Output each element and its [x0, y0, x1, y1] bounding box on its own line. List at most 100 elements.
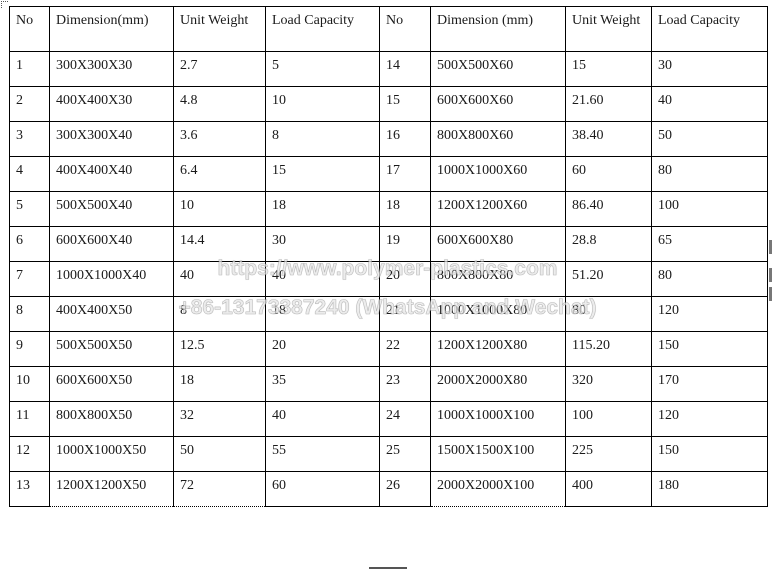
cell-dimension: 1000X1000X100 [430, 401, 566, 437]
cell-unit-weight: 28.8 [565, 226, 652, 262]
cell-unit-weight: 50 [173, 436, 266, 472]
cell-unit-weight: 320 [565, 366, 652, 402]
cell-no: 18 [379, 191, 431, 227]
header-load-capacity: Load Capacity [265, 6, 380, 52]
cell-load-capacity: 18 [265, 296, 380, 332]
cell-load-capacity: 80 [651, 156, 768, 192]
cell-load-capacity: 180 [651, 471, 768, 507]
cell-no: 26 [379, 471, 431, 507]
cell-load-capacity: 65 [651, 226, 768, 262]
cell-load-capacity: 10 [265, 86, 380, 122]
table-move-handle-icon[interactable] [1, 1, 8, 8]
cell-no: 24 [379, 401, 431, 437]
header-dimension: Dimension (mm) [430, 6, 566, 52]
cell-unit-weight: 100 [565, 401, 652, 437]
cell-unit-weight: 80 [565, 296, 652, 332]
cell-no: 8 [9, 296, 50, 332]
cell-unit-weight: 32 [173, 401, 266, 437]
cell-no: 1 [9, 51, 50, 87]
cell-unit-weight: 51.20 [565, 261, 652, 297]
cell-dimension: 1200X1200X50 [49, 471, 174, 507]
cell-unit-weight: 10 [173, 191, 266, 227]
cell-no: 4 [9, 156, 50, 192]
table-row: 2 400X400X30 4.8 10 15 600X600X60 21.60 40 [9, 86, 768, 122]
cell-dimension: 800X800X50 [49, 401, 174, 437]
cell-dimension: 2000X2000X80 [430, 366, 566, 402]
cell-no: 21 [379, 296, 431, 332]
cell-load-capacity: 30 [265, 226, 380, 262]
cell-dimension: 400X400X30 [49, 86, 174, 122]
cell-load-capacity: 170 [651, 366, 768, 402]
cell-load-capacity: 150 [651, 436, 768, 472]
cell-unit-weight: 400 [565, 471, 652, 507]
cell-no: 12 [9, 436, 50, 472]
cell-unit-weight: 18 [173, 366, 266, 402]
header-load-capacity: Load Capacity [651, 6, 768, 52]
cell-unit-weight: 40 [173, 261, 266, 297]
cell-no: 13 [9, 471, 50, 507]
page-marker [369, 567, 407, 569]
table-header-row: No Dimension(mm) Unit Weight Load Capacity N… [9, 6, 768, 52]
cell-unit-weight: 225 [565, 436, 652, 472]
cell-dimension: 1200X1200X60 [430, 191, 566, 227]
cell-no: 3 [9, 121, 50, 157]
cell-no: 17 [379, 156, 431, 192]
scroll-marker [769, 287, 772, 301]
cell-unit-weight: 60 [565, 156, 652, 192]
cell-no: 14 [379, 51, 431, 87]
cell-unit-weight: 14.4 [173, 226, 266, 262]
cell-unit-weight: 72 [173, 471, 266, 507]
header-unit-weight: Unit Weight [565, 6, 652, 52]
cell-dimension: 500X500X60 [430, 51, 566, 87]
cell-unit-weight: 86.40 [565, 191, 652, 227]
cell-dimension: 1500X1500X100 [430, 436, 566, 472]
cell-load-capacity: 5 [265, 51, 380, 87]
header-dimension: Dimension(mm) [49, 6, 174, 52]
cell-load-capacity: 40 [265, 401, 380, 437]
cell-dimension: 500X500X40 [49, 191, 174, 227]
cell-unit-weight: 115.20 [565, 331, 652, 367]
cell-unit-weight: 8 [173, 296, 266, 332]
table-row: 5 500X500X40 10 18 18 1200X1200X60 86.40 100 [9, 191, 768, 227]
cell-load-capacity: 8 [265, 121, 380, 157]
table-row: 7 1000X1000X40 40 40 20 800X800X80 51.20 80 [9, 261, 768, 297]
cell-dimension: 2000X2000X100 [430, 471, 566, 507]
cell-unit-weight: 12.5 [173, 331, 266, 367]
cell-dimension: 600X600X40 [49, 226, 174, 262]
cell-dimension: 800X800X80 [430, 261, 566, 297]
cell-dimension: 600X600X60 [430, 86, 566, 122]
cell-dimension: 400X400X50 [49, 296, 174, 332]
table-row: 11 800X800X50 32 40 24 1000X1000X100 100 120 [9, 401, 768, 437]
cell-load-capacity: 120 [651, 401, 768, 437]
table-row: 4 400X400X40 6.4 15 17 1000X1000X60 60 80 [9, 156, 768, 192]
cell-dimension: 1000X1000X60 [430, 156, 566, 192]
cell-load-capacity: 18 [265, 191, 380, 227]
cell-load-capacity: 150 [651, 331, 768, 367]
cell-dimension: 800X800X60 [430, 121, 566, 157]
cell-load-capacity: 40 [265, 261, 380, 297]
cell-no: 6 [9, 226, 50, 262]
cell-no: 23 [379, 366, 431, 402]
cell-load-capacity: 55 [265, 436, 380, 472]
cell-unit-weight: 4.8 [173, 86, 266, 122]
cell-load-capacity: 30 [651, 51, 768, 87]
cell-no: 2 [9, 86, 50, 122]
cell-no: 19 [379, 226, 431, 262]
table-row: 3 300X300X40 3.6 8 16 800X800X60 38.40 50 [9, 121, 768, 157]
cell-dimension: 1000X1000X40 [49, 261, 174, 297]
scroll-marker [769, 240, 772, 254]
cell-no: 9 [9, 331, 50, 367]
table-row: 6 600X600X40 14.4 30 19 600X600X80 28.8 65 [9, 226, 768, 262]
cell-no: 22 [379, 331, 431, 367]
scroll-marker [769, 268, 772, 282]
table-row: 8 400X400X50 8 18 21 1000X1000X80 80 120 [9, 296, 768, 332]
table-row: 10 600X600X50 18 35 23 2000X2000X80 320 170 [9, 366, 768, 402]
cell-no: 25 [379, 436, 431, 472]
cell-unit-weight: 6.4 [173, 156, 266, 192]
cell-unit-weight: 38.40 [565, 121, 652, 157]
cell-load-capacity: 15 [265, 156, 380, 192]
table-row: 9 500X500X50 12.5 20 22 1200X1200X80 115.20 150 [9, 331, 768, 367]
table-row: 13 1200X1200X50 72 60 26 2000X2000X100 400 180 [9, 471, 768, 507]
spec-table-container: No Dimension(mm) Unit Weight Load Capacity N… [9, 6, 768, 507]
cell-unit-weight: 3.6 [173, 121, 266, 157]
